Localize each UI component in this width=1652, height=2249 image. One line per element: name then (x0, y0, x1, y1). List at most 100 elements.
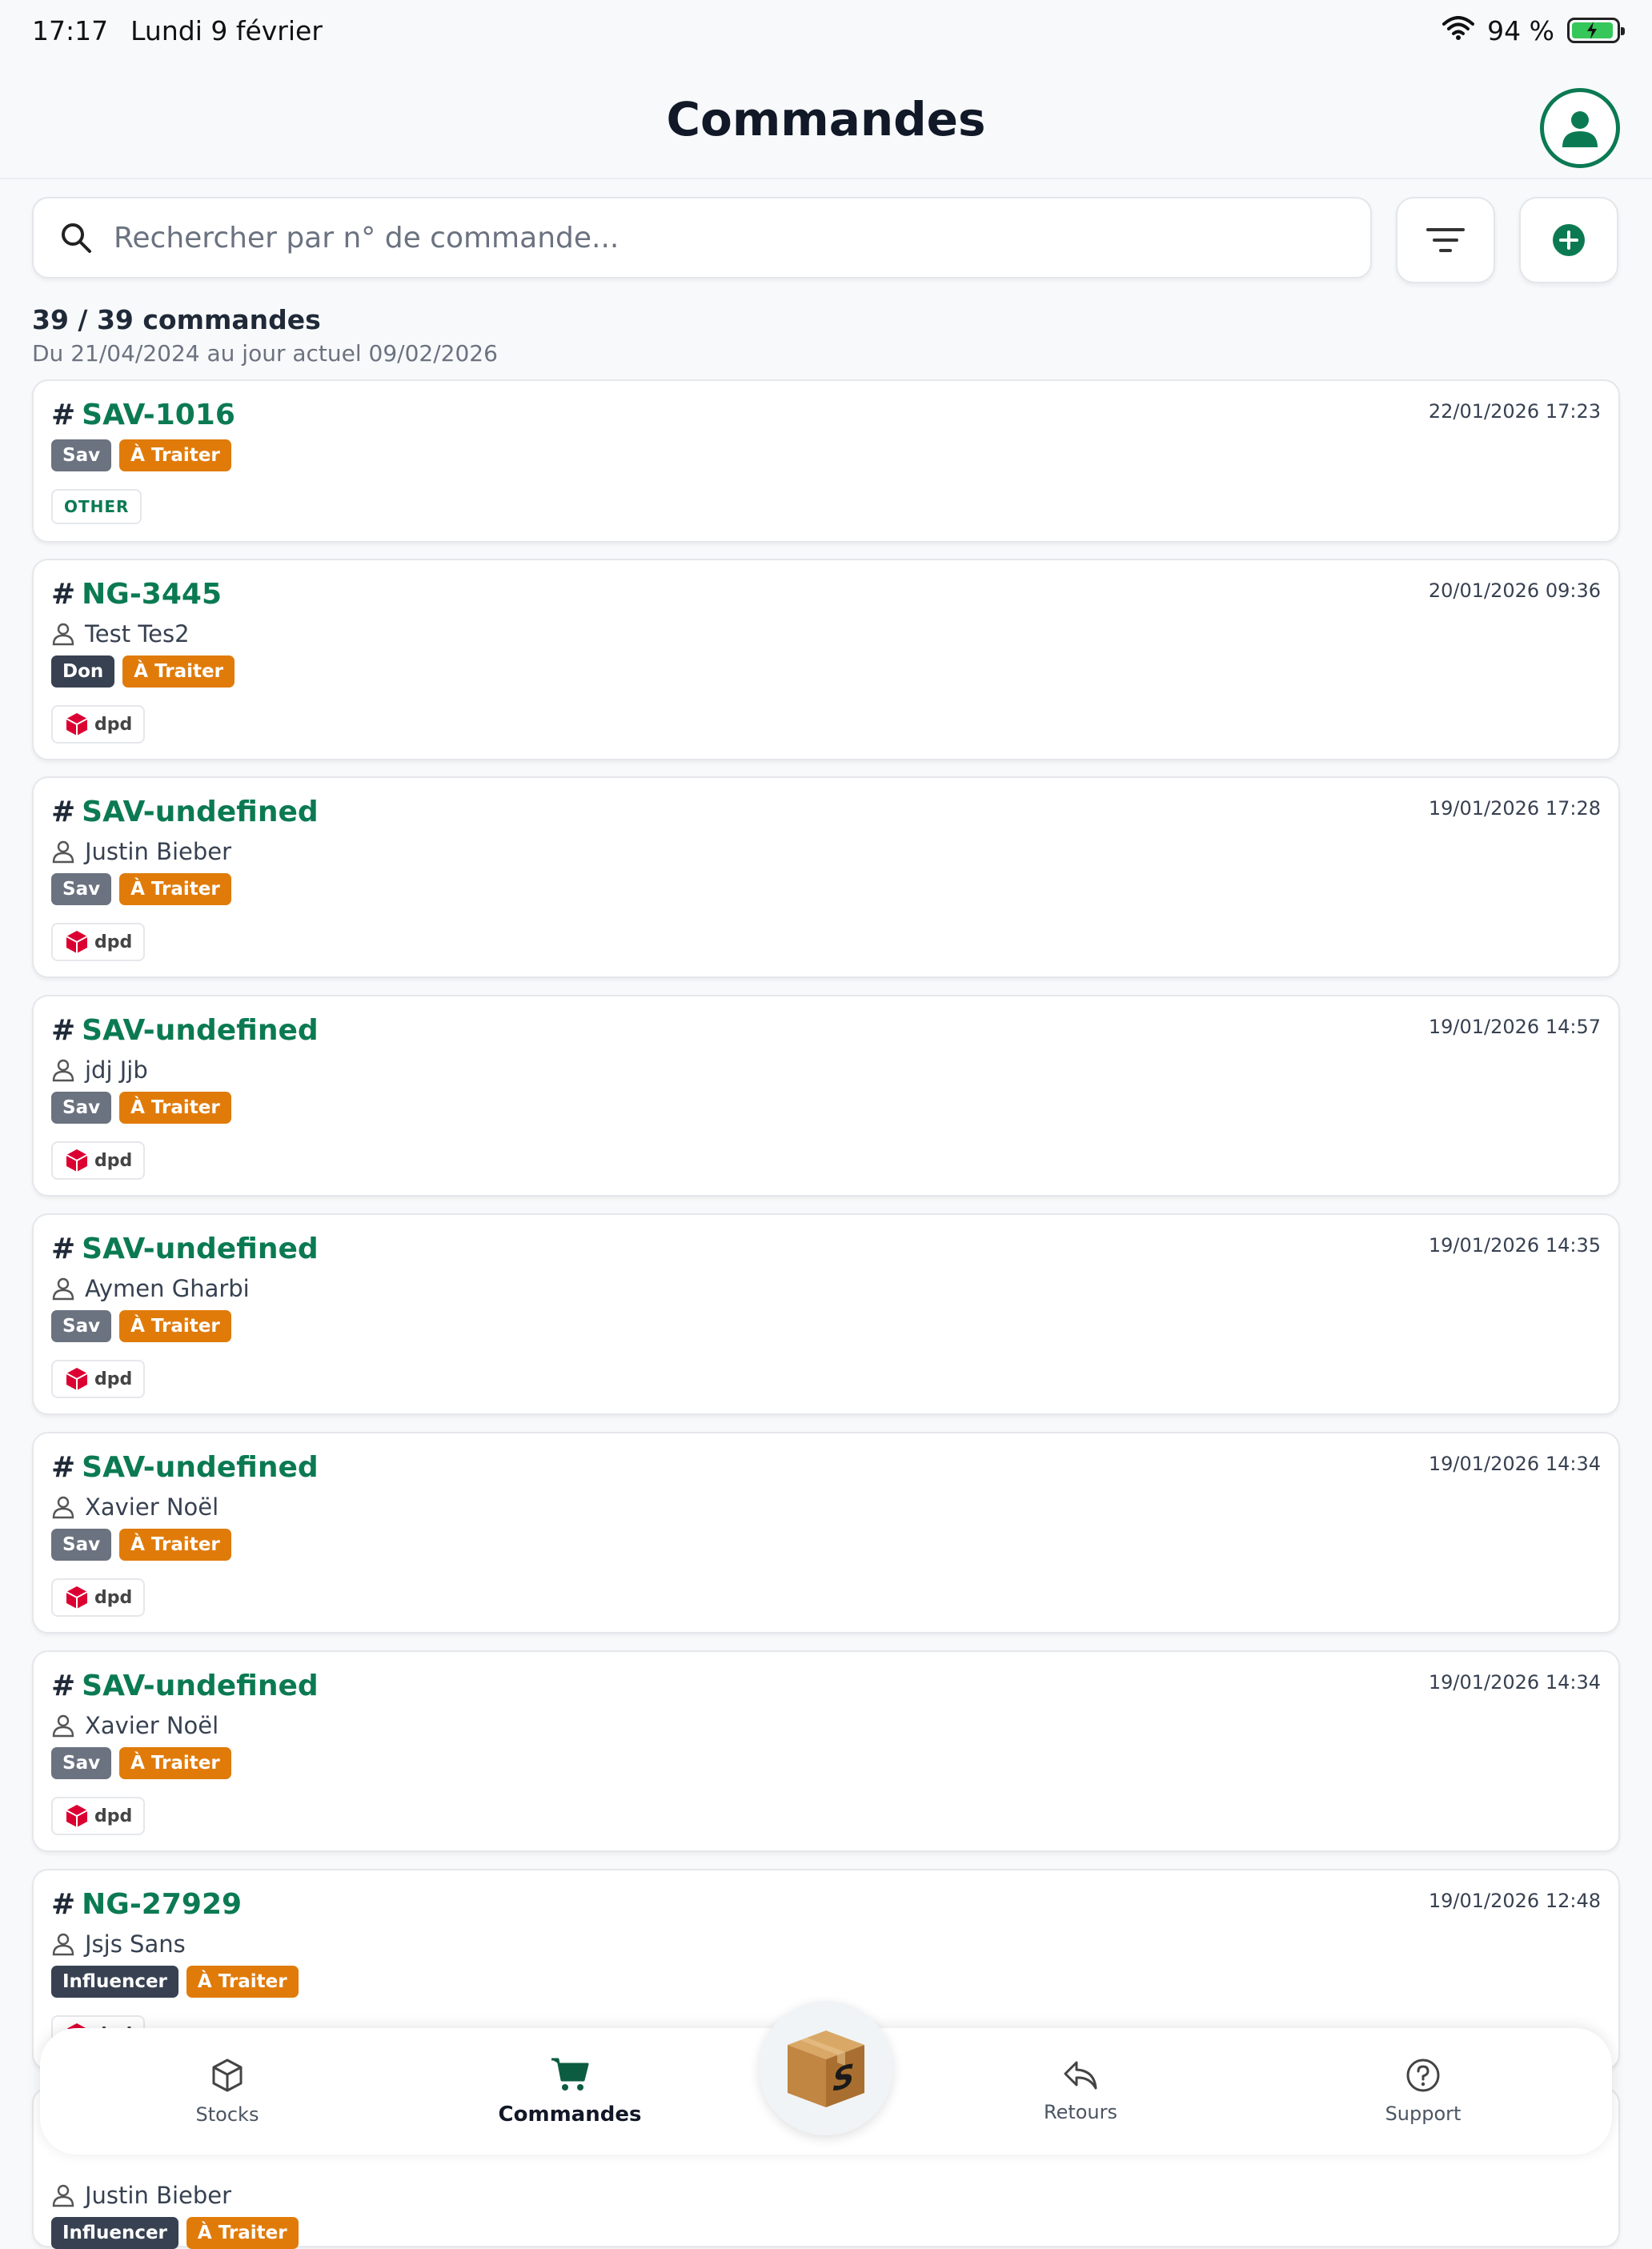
status-tag: À Traiter (119, 1747, 231, 1779)
status-date: Lundi 9 février (130, 14, 323, 46)
battery-icon (1567, 18, 1625, 43)
carrier-badge: dpd (51, 1141, 146, 1180)
order-date: 20/01/2026 09:36 (1428, 579, 1601, 602)
order-card[interactable]: # NG-3445 20/01/2026 09:36 Test Tes2 Don … (32, 559, 1620, 760)
type-tag: Sav (51, 439, 112, 471)
add-order-button[interactable] (1519, 197, 1618, 283)
plus-circle-icon (1553, 224, 1585, 256)
order-id: # SAV-undefined (51, 1014, 319, 1047)
user-outline-icon (52, 1277, 74, 1301)
carrier-badge: dpd (51, 923, 146, 961)
search-input[interactable] (112, 220, 1313, 255)
dpd-cube-icon (66, 1368, 88, 1390)
order-card[interactable]: # SAV-undefined 19/01/2026 14:35 Aymen Gh… (32, 1213, 1620, 1415)
dpd-cube-icon (66, 1149, 88, 1172)
dpd-cube-icon (66, 1586, 88, 1609)
nav-returns-label: Retours (1043, 2101, 1118, 2123)
dpd-cube-icon (66, 1805, 88, 1827)
order-date: 19/01/2026 17:28 (1428, 797, 1601, 820)
customer-name: Justin Bieber (51, 2182, 1601, 2209)
carrier-badge: dpd (51, 1797, 146, 1835)
order-id: # NG-27929 (51, 1888, 243, 1921)
order-tags: Influencer À Traiter (51, 2217, 1601, 2249)
order-id: # SAV-1016 (51, 399, 235, 431)
dpd-cube-icon (66, 713, 88, 736)
order-id: # SAV-undefined (51, 796, 319, 828)
user-icon (1562, 111, 1598, 147)
box-logo-icon: S (788, 2031, 864, 2107)
reply-icon (1064, 2061, 1097, 2090)
order-card[interactable]: # SAV-undefined 19/01/2026 14:57 jdj Jjb … (32, 995, 1620, 1197)
center-fab-button[interactable]: S (759, 2001, 893, 2135)
nav-stocks[interactable]: Stocks (107, 2028, 347, 2155)
svg-text:S: S (832, 2057, 854, 2099)
customer-name: Xavier Noël (51, 1712, 1601, 1739)
order-card[interactable]: # SAV-1016 22/01/2026 17:23 Sav À Traiter… (32, 379, 1620, 543)
user-outline-icon (52, 1714, 74, 1738)
order-tags: Sav À Traiter (51, 439, 1601, 471)
profile-button[interactable] (1540, 88, 1620, 168)
type-tag: Sav (51, 1747, 112, 1779)
dpd-cube-icon (66, 931, 88, 953)
customer-name: Justin Bieber (51, 838, 1601, 865)
order-tags: Sav À Traiter (51, 1747, 1601, 1779)
carrier-badge: dpd (51, 1578, 146, 1617)
order-tags: Sav À Traiter (51, 1310, 1601, 1342)
battery-percent: 94 % (1487, 14, 1554, 46)
order-date: 22/01/2026 17:23 (1428, 400, 1601, 423)
order-tags: Sav À Traiter (51, 1092, 1601, 1124)
wifi-icon (1442, 15, 1475, 46)
order-count: 39 / 39 commandes (32, 304, 321, 335)
user-outline-icon (52, 623, 74, 646)
type-tag: Influencer (51, 1966, 178, 1998)
status-time: 17:17 (32, 14, 109, 46)
order-date: 19/01/2026 14:34 (1428, 1671, 1601, 1694)
status-tag: À Traiter (119, 439, 231, 471)
header: Commandes (0, 61, 1652, 179)
customer-name: Test Tes2 (51, 620, 1601, 647)
filter-button[interactable] (1396, 197, 1495, 283)
type-tag: Sav (51, 1529, 112, 1561)
order-date: 19/01/2026 14:35 (1428, 1234, 1601, 1257)
user-outline-icon (52, 1059, 74, 1082)
cube-icon (212, 2059, 243, 2092)
status-bar: 17:17 Lundi 9 février 94 % (0, 0, 1652, 61)
status-tag: À Traiter (186, 1966, 299, 1998)
carrier-badge: OTHER (51, 489, 142, 524)
status-tag: À Traiter (119, 873, 231, 905)
order-summary: 39 / 39 commandes Du 21/04/2024 au jour … (32, 304, 498, 367)
nav-orders-label: Commandes (498, 2103, 642, 2127)
status-tag: À Traiter (119, 1310, 231, 1342)
user-outline-icon (52, 840, 74, 864)
status-tag: À Traiter (122, 655, 235, 688)
order-id: # SAV-undefined (51, 1451, 319, 1484)
nav-orders[interactable]: Commandes (450, 2028, 690, 2155)
customer-name: Jsjs Sans (51, 1930, 1601, 1958)
nav-returns[interactable]: Retours (960, 2028, 1201, 2155)
order-id: # NG-3445 (51, 578, 222, 611)
type-tag: Don (51, 655, 115, 688)
order-card[interactable]: # SAV-undefined 19/01/2026 14:34 Xavier N… (32, 1432, 1620, 1634)
status-tag: À Traiter (119, 1529, 231, 1561)
type-tag: Sav (51, 873, 112, 905)
user-outline-icon (52, 2184, 74, 2207)
order-tags: Sav À Traiter (51, 873, 1601, 905)
user-outline-icon (52, 1496, 74, 1519)
order-id: # SAV-undefined (51, 1233, 319, 1265)
carrier-badge: dpd (51, 1360, 146, 1398)
order-card[interactable]: # SAV-undefined 19/01/2026 17:28 Justin B… (32, 776, 1620, 978)
type-tag: Sav (51, 1092, 112, 1124)
cart-icon (551, 2058, 589, 2091)
customer-name: Xavier Noël (51, 1493, 1601, 1521)
search-row (32, 197, 1620, 283)
nav-support[interactable]: Support (1303, 2028, 1543, 2155)
order-date: 19/01/2026 14:57 (1428, 1016, 1601, 1038)
order-tags: Influencer À Traiter (51, 1966, 1601, 1998)
nav-stocks-label: Stocks (195, 2103, 259, 2126)
order-card[interactable]: # SAV-undefined 19/01/2026 14:34 Xavier N… (32, 1650, 1620, 1852)
order-date: 19/01/2026 12:48 (1428, 1890, 1601, 1912)
search-icon (62, 223, 91, 253)
customer-name: Aymen Gharbi (51, 1275, 1601, 1302)
carrier-badge: dpd (51, 705, 146, 744)
search-box[interactable] (32, 197, 1372, 279)
